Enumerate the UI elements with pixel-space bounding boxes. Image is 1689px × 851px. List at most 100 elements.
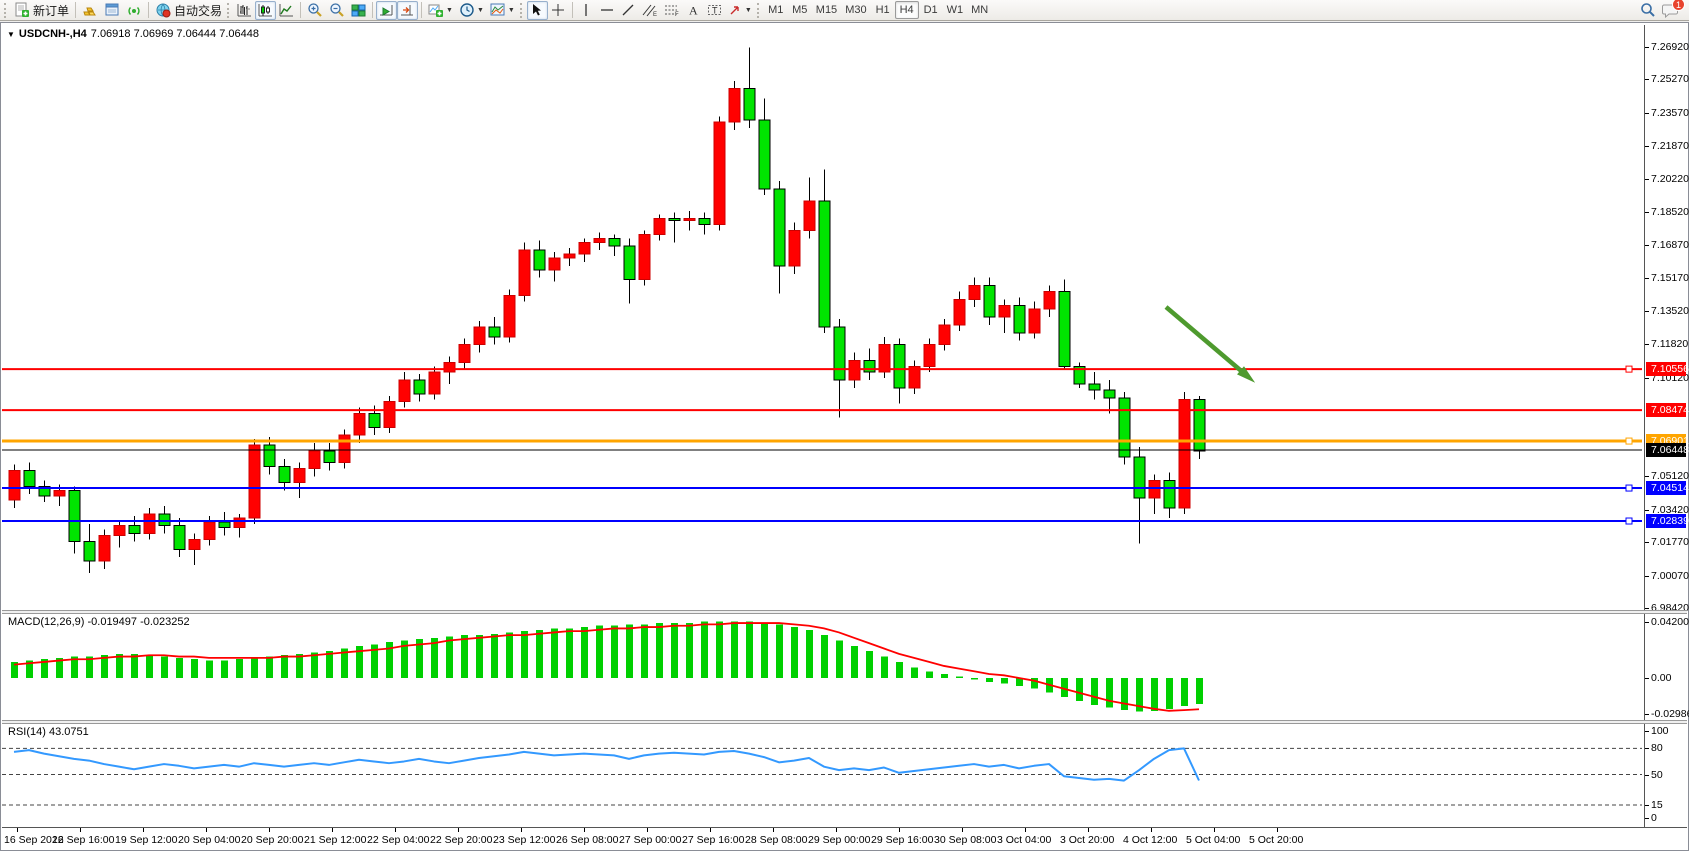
date-tick	[1025, 828, 1026, 832]
price-pane[interactable]: ▼ USDCNH-,H4 7.06918 7.06969 7.06444 7.0…	[2, 25, 1687, 610]
price-tick	[1645, 510, 1649, 511]
search-icon[interactable]	[1640, 2, 1656, 18]
date-label[interactable]: 19 Sep 12:00	[115, 834, 177, 846]
auto-scroll-icon	[379, 3, 394, 18]
date-label[interactable]: 28 Sep 08:00	[745, 834, 807, 846]
price-tick-label: 7.15170	[1651, 272, 1689, 284]
date-tick	[1088, 828, 1089, 832]
date-tick	[1277, 828, 1278, 832]
tile-windows-button[interactable]	[348, 1, 369, 20]
chevron-down-icon: ▼	[446, 7, 453, 14]
toolbar-grip[interactable]	[757, 3, 760, 18]
price-tick-label: 7.16870	[1651, 239, 1689, 251]
price-line-label: 7.10556	[1646, 362, 1686, 376]
macd-tick-label: 0.042001	[1651, 616, 1689, 628]
toolbar-separator	[572, 2, 573, 18]
zoom-out-icon	[329, 2, 345, 18]
timeframe-d1-button[interactable]: D1	[919, 1, 943, 19]
equidistant-channel-button[interactable]: E	[639, 1, 661, 20]
date-label[interactable]: 21 Sep 12:00	[304, 834, 366, 846]
candlestick-chart-button[interactable]	[255, 1, 276, 20]
toolbar-grip[interactable]	[227, 3, 230, 18]
timeframe-m5-button[interactable]: M5	[788, 1, 812, 19]
rsi-pane[interactable]: RSI(14) 43.0751 1008050150	[2, 724, 1687, 828]
quotes-button[interactable]	[79, 1, 101, 20]
date-label[interactable]: 16 Sep 16:00	[52, 834, 114, 846]
indicators-button[interactable]: ▼	[425, 1, 456, 20]
new-order-button[interactable]: 新订单	[11, 1, 72, 20]
zoom-in-button[interactable]	[304, 1, 326, 20]
date-label[interactable]: 22 Sep 20:00	[430, 834, 492, 846]
macd-tick	[1645, 678, 1649, 679]
timeframe-h1-button[interactable]: H1	[871, 1, 895, 19]
bar-chart-button[interactable]	[234, 1, 255, 20]
cursor-arrow-icon	[530, 3, 544, 17]
text-icon: A	[686, 3, 700, 17]
date-label[interactable]: 26 Sep 08:00	[556, 834, 618, 846]
toolbar-grip[interactable]	[520, 3, 523, 18]
text-button[interactable]: A	[683, 1, 704, 20]
date-tick	[647, 828, 648, 832]
gold-bars-icon	[82, 2, 98, 18]
price-tick-label: 7.25270	[1651, 73, 1689, 85]
fibonacci-button[interactable]: F	[661, 1, 683, 20]
date-label[interactable]: 29 Sep 00:00	[808, 834, 870, 846]
price-tick-label: 7.26920	[1651, 41, 1689, 53]
timeframe-m1-button[interactable]: M1	[764, 1, 788, 19]
chevron-down-icon[interactable]: ▼	[7, 30, 15, 39]
date-label[interactable]: 5 Oct 20:00	[1249, 834, 1303, 846]
data-window-icon	[104, 2, 120, 18]
timeframe-h4-button[interactable]: H4	[895, 1, 919, 19]
vertical-line-icon	[579, 3, 593, 17]
data-window-button[interactable]	[101, 1, 123, 20]
macd-pane[interactable]: MACD(12,26,9) -0.019497 -0.023252 0.0420…	[2, 614, 1687, 720]
price-tick-label: 7.23570	[1651, 107, 1689, 119]
text-label-button[interactable]: T	[704, 1, 725, 20]
notifications-button[interactable]: 1	[1662, 2, 1679, 18]
price-tick-label: 7.18520	[1651, 206, 1689, 218]
periods-button[interactable]: ▼	[456, 1, 487, 20]
timeframe-m30-button[interactable]: M30	[841, 1, 870, 19]
toolbar-separator	[148, 2, 149, 18]
horizontal-lines	[2, 366, 1642, 524]
vertical-line-button[interactable]	[576, 1, 597, 20]
timeframe-m15-button[interactable]: M15	[812, 1, 841, 19]
autotrading-button[interactable]: 自动交易	[152, 1, 225, 20]
date-label[interactable]: 22 Sep 04:00	[367, 834, 429, 846]
date-tick	[458, 828, 459, 832]
time-axis[interactable]: 16 Sep 202216 Sep 16:0019 Sep 12:0020 Se…	[2, 827, 1687, 849]
toolbar-separator	[421, 2, 422, 18]
rsi-axis[interactable]: 1008050150	[1644, 724, 1687, 828]
date-label[interactable]: 23 Sep 12:00	[493, 834, 555, 846]
date-label[interactable]: 29 Sep 16:00	[871, 834, 933, 846]
templates-button[interactable]: ▼	[487, 1, 518, 20]
price-axis[interactable]: 7.269207.252707.235707.218707.202207.185…	[1644, 25, 1687, 610]
price-tick	[1645, 542, 1649, 543]
date-label[interactable]: 30 Sep 08:00	[934, 834, 996, 846]
horizontal-line-button[interactable]	[597, 1, 618, 20]
date-label[interactable]: 3 Oct 04:00	[997, 834, 1051, 846]
date-label[interactable]: 20 Sep 04:00	[178, 834, 240, 846]
auto-scroll-button[interactable]	[376, 1, 397, 20]
date-label[interactable]: 4 Oct 12:00	[1123, 834, 1177, 846]
rsi-line	[14, 748, 1199, 780]
macd-axis[interactable]: 0.0420010.00-0.029864	[1644, 614, 1687, 720]
trendline-button[interactable]	[618, 1, 639, 20]
timeframe-w1-button[interactable]: W1	[943, 1, 968, 19]
crosshair-button[interactable]	[548, 1, 569, 20]
date-label[interactable]: 3 Oct 20:00	[1060, 834, 1114, 846]
date-label[interactable]: 27 Sep 00:00	[619, 834, 681, 846]
date-label[interactable]: 27 Sep 16:00	[682, 834, 744, 846]
line-chart-button[interactable]	[276, 1, 297, 20]
zoom-out-button[interactable]	[326, 1, 348, 20]
toolbar-grip[interactable]	[4, 3, 7, 18]
cursor-button[interactable]	[527, 1, 548, 20]
clock-icon	[459, 2, 475, 18]
timeframe-mn-button[interactable]: MN	[967, 1, 992, 19]
date-label[interactable]: 20 Sep 20:00	[241, 834, 303, 846]
navigator-button[interactable]	[123, 1, 145, 20]
arrows-button[interactable]: ▼	[725, 1, 755, 20]
svg-text:F: F	[675, 12, 679, 17]
chart-shift-button[interactable]	[397, 1, 418, 20]
date-label[interactable]: 5 Oct 04:00	[1186, 834, 1240, 846]
